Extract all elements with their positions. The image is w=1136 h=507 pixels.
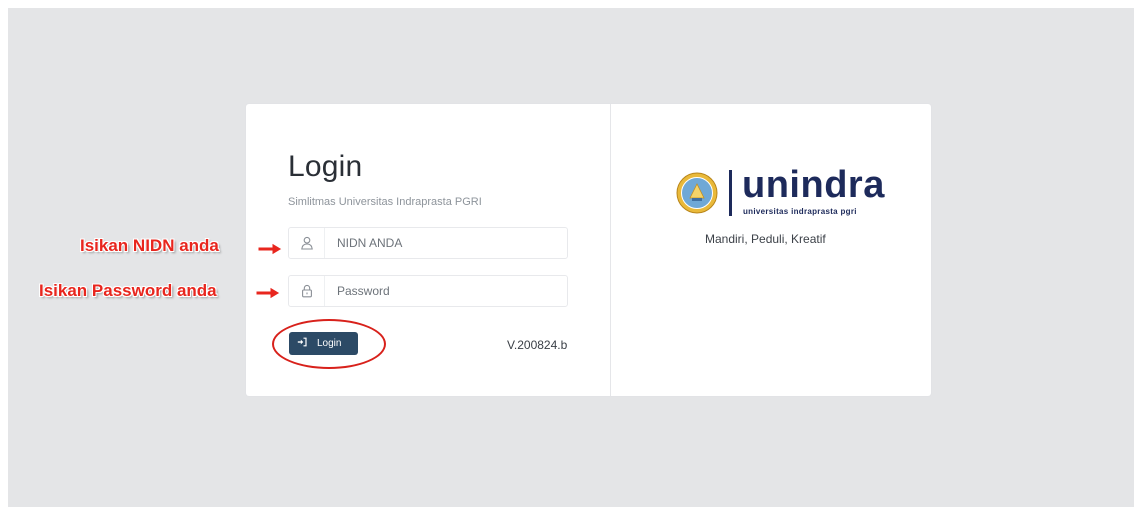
- password-input[interactable]: [325, 276, 567, 306]
- annotation-login-highlight: [272, 319, 386, 369]
- annotation-arrow-nidn: [257, 242, 283, 256]
- nidn-input[interactable]: [325, 228, 567, 258]
- university-logo: unindra universitas indraprasta pgri: [676, 164, 886, 219]
- card-divider: [610, 104, 611, 396]
- annotation-arrow-password: [255, 286, 281, 300]
- lock-icon: [289, 276, 325, 306]
- annotation-password-hint: Isikan Password anda: [39, 281, 217, 300]
- nidn-input-group: [288, 227, 568, 259]
- logo-wordmark: unindra: [742, 164, 885, 206]
- logo-subtitle: universitas indraprasta pgri: [743, 207, 857, 216]
- tagline: Mandiri, Peduli, Kreatif: [705, 232, 826, 246]
- version-label: V.200824.b: [507, 338, 568, 352]
- annotation-nidn-hint: Isikan NIDN anda: [80, 236, 219, 255]
- password-input-group: [288, 275, 568, 307]
- login-subtitle: Simlitmas Universitas Indraprasta PGRI: [288, 196, 482, 208]
- user-icon: [289, 228, 325, 258]
- logo-divider: [729, 170, 732, 216]
- login-title: Login: [288, 150, 363, 183]
- seal-icon: [676, 172, 718, 219]
